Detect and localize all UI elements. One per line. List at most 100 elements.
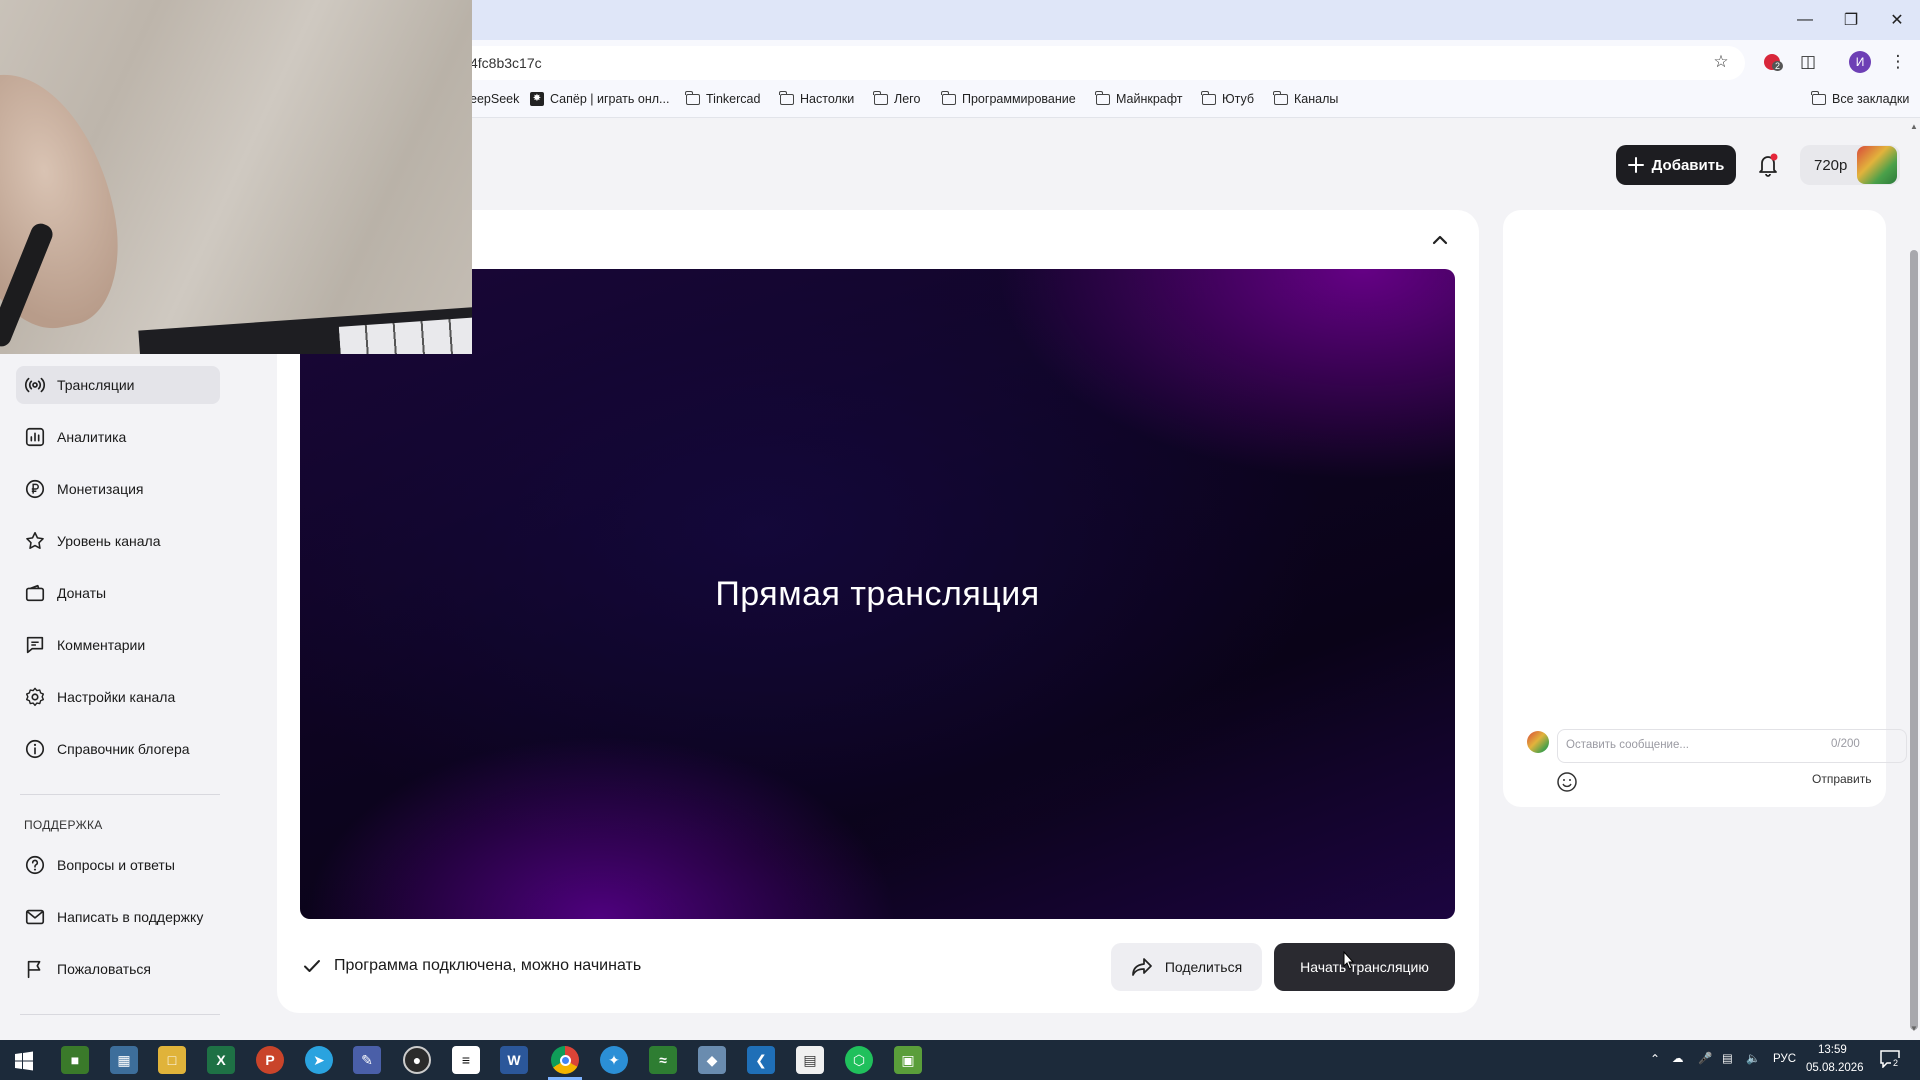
- star-icon: [26, 531, 44, 550]
- tray-volume-icon[interactable]: 🔈: [1746, 1051, 1760, 1065]
- notifications-bell-icon[interactable]: [1754, 150, 1782, 180]
- tray-time[interactable]: 13:59: [1818, 1044, 1847, 1056]
- obs-app-icon[interactable]: ●: [403, 1046, 431, 1074]
- bookmark-folder-nastolki[interactable]: Настолки: [779, 90, 854, 106]
- bookmark-deepseek[interactable]: eepSeek: [470, 92, 519, 106]
- connection-status: Программа подключена, можно начинать: [302, 956, 641, 976]
- sidebar-item-channel-settings[interactable]: Настройки канала: [16, 678, 220, 716]
- browser-app-icon[interactable]: ✦: [600, 1046, 628, 1074]
- minimize-button[interactable]: —: [1782, 0, 1828, 40]
- spreadsheet-app-icon[interactable]: ≈: [649, 1046, 677, 1074]
- profile-avatar: И: [1849, 51, 1871, 73]
- bookmark-folder-minecraft[interactable]: Майнкрафт: [1095, 90, 1183, 106]
- url-text: 4fc8b3c17c: [470, 55, 542, 71]
- bookmark-star-icon[interactable]: ☆: [1709, 50, 1733, 74]
- stream-preview[interactable]: Прямая трансляция: [300, 269, 1455, 919]
- sidebar-item-contact-support[interactable]: Написать в поддержку: [16, 898, 220, 936]
- sidebar-item-channel-level[interactable]: Уровень канала: [16, 522, 220, 560]
- editor-app-icon[interactable]: ✎: [353, 1046, 381, 1074]
- windows-taskbar: [0, 1040, 1920, 1080]
- checkmark-icon: [304, 960, 320, 972]
- stream-preview-title: Прямая трансляция: [715, 574, 1040, 613]
- bookmark-label: Лего: [894, 92, 921, 106]
- notification-count: 2: [1891, 1058, 1901, 1068]
- sidebar-item-comments[interactable]: Комментарии: [16, 626, 220, 664]
- powerpoint-app-icon[interactable]: P: [256, 1046, 284, 1074]
- scroll-up-arrow[interactable]: ▲: [1908, 122, 1920, 131]
- tray-language[interactable]: РУС: [1773, 1053, 1796, 1065]
- minecraft-launcher-icon[interactable]: ▣: [894, 1046, 922, 1074]
- excel-app-icon[interactable]: X: [207, 1046, 235, 1074]
- bookmark-folder-tinkercad[interactable]: Tinkercad: [685, 90, 760, 106]
- restore-button[interactable]: ❐: [1828, 0, 1874, 40]
- tray-cloud-icon[interactable]: ☁: [1672, 1051, 1684, 1065]
- tray-overflow-icon[interactable]: ⌃: [1650, 1052, 1660, 1066]
- file-explorer-icon[interactable]: □: [158, 1046, 186, 1074]
- telegram-app-icon[interactable]: ➤: [305, 1046, 333, 1074]
- sidebar-item-label: Трансляции: [57, 377, 135, 393]
- sidebar-item-broadcasts[interactable]: Трансляции: [16, 366, 220, 404]
- bookmark-label: Майнкрафт: [1116, 92, 1183, 106]
- share-arrow-icon: [1131, 958, 1152, 976]
- sidebar-item-label: Пожаловаться: [57, 961, 152, 977]
- tray-network-icon[interactable]: ▤: [1722, 1051, 1733, 1065]
- add-button[interactable]: Добавить: [1616, 145, 1736, 185]
- share-button[interactable]: Поделиться: [1111, 943, 1262, 991]
- close-window-button[interactable]: ✕: [1874, 0, 1920, 40]
- capcut-app-icon[interactable]: ≡: [452, 1046, 480, 1074]
- scrollbar-thumb[interactable]: [1910, 250, 1918, 1030]
- sidebar-item-monetization[interactable]: Монетизация: [16, 470, 220, 508]
- word-app-icon[interactable]: W: [500, 1046, 528, 1074]
- bookmark-label: eepSeek: [470, 92, 520, 106]
- sidebar-item-label: Настройки канала: [57, 689, 176, 705]
- sidebar-item-label: Написать в поддержку: [57, 909, 204, 925]
- tray-mic-icon[interactable]: 🎤: [1698, 1051, 1712, 1065]
- all-bookmarks[interactable]: Все закладки: [1811, 90, 1909, 106]
- bookmark-folder-channels[interactable]: Каналы: [1273, 90, 1338, 106]
- cube-app-icon[interactable]: ◆: [698, 1046, 726, 1074]
- bookmark-folder-youtube[interactable]: Ютуб: [1201, 90, 1254, 106]
- bookmark-folder-lego[interactable]: Лего: [873, 90, 921, 106]
- sidebar-item-label: Комментарии: [57, 637, 146, 653]
- plus-icon: [1627, 157, 1644, 173]
- profile-button[interactable]: И: [1848, 50, 1872, 74]
- green-app-icon[interactable]: ⬡: [845, 1046, 873, 1074]
- sidebar-item-label: Вопросы и ответы: [57, 857, 175, 873]
- sidebar-item-faq[interactable]: Вопросы и ответы: [16, 846, 220, 884]
- chat-placeholder: Оставить сообщение...: [1566, 739, 1689, 751]
- sidebar-item-label: Монетизация: [57, 481, 144, 497]
- minecraft-app-icon[interactable]: ■: [61, 1046, 89, 1074]
- folder-icon: [1201, 90, 1216, 105]
- calculator-app-icon[interactable]: ▦: [110, 1046, 138, 1074]
- flag-icon: [27, 960, 41, 979]
- sidebar-item-analytics[interactable]: Аналитика: [16, 418, 220, 456]
- extensions-puzzle-icon[interactable]: ◫: [1796, 50, 1820, 74]
- sidebar-item-blogger-guide[interactable]: Справочник блогера: [16, 730, 220, 768]
- bookmark-minesweeper[interactable]: ✸ Сапёр | играть онл...: [530, 92, 669, 106]
- sidebar-item-donations[interactable]: Донаты: [16, 574, 220, 612]
- bell-icon: [1759, 153, 1778, 177]
- sidebar-item-report[interactable]: Пожаловаться: [16, 950, 220, 988]
- bookmark-folder-programming[interactable]: Программирование: [941, 90, 1076, 106]
- notepad-app-icon[interactable]: ▤: [796, 1046, 824, 1074]
- tray-date[interactable]: 05.08.2026: [1806, 1062, 1864, 1074]
- emoji-icon[interactable]: [1556, 771, 1578, 793]
- chrome-app-icon[interactable]: [551, 1046, 579, 1074]
- add-button-label: Добавить: [1651, 156, 1725, 174]
- analytics-icon: [25, 427, 45, 447]
- user-avatar[interactable]: [1857, 146, 1897, 184]
- scroll-down-arrow[interactable]: ▼: [1908, 1024, 1920, 1033]
- windows-start-icon[interactable]: [14, 1051, 34, 1071]
- comment-icon: [26, 636, 44, 654]
- chat-send-button[interactable]: Отправить: [1812, 772, 1872, 786]
- connection-status-text: Программа подключена, можно начинать: [334, 957, 642, 974]
- browser-menu-icon[interactable]: ⋮: [1886, 50, 1910, 74]
- chevron-up-icon[interactable]: [1428, 228, 1452, 252]
- vscode-app-icon[interactable]: ❮: [747, 1046, 775, 1074]
- ruble-icon: [25, 479, 45, 499]
- extension-badge-icon[interactable]: 2: [1760, 50, 1784, 74]
- notification-center-icon[interactable]: 2: [1880, 1050, 1902, 1070]
- start-broadcast-button[interactable]: Начать трансляцию: [1274, 943, 1455, 991]
- share-button-label: Поделиться: [1164, 959, 1243, 975]
- folder-icon: [779, 90, 794, 105]
